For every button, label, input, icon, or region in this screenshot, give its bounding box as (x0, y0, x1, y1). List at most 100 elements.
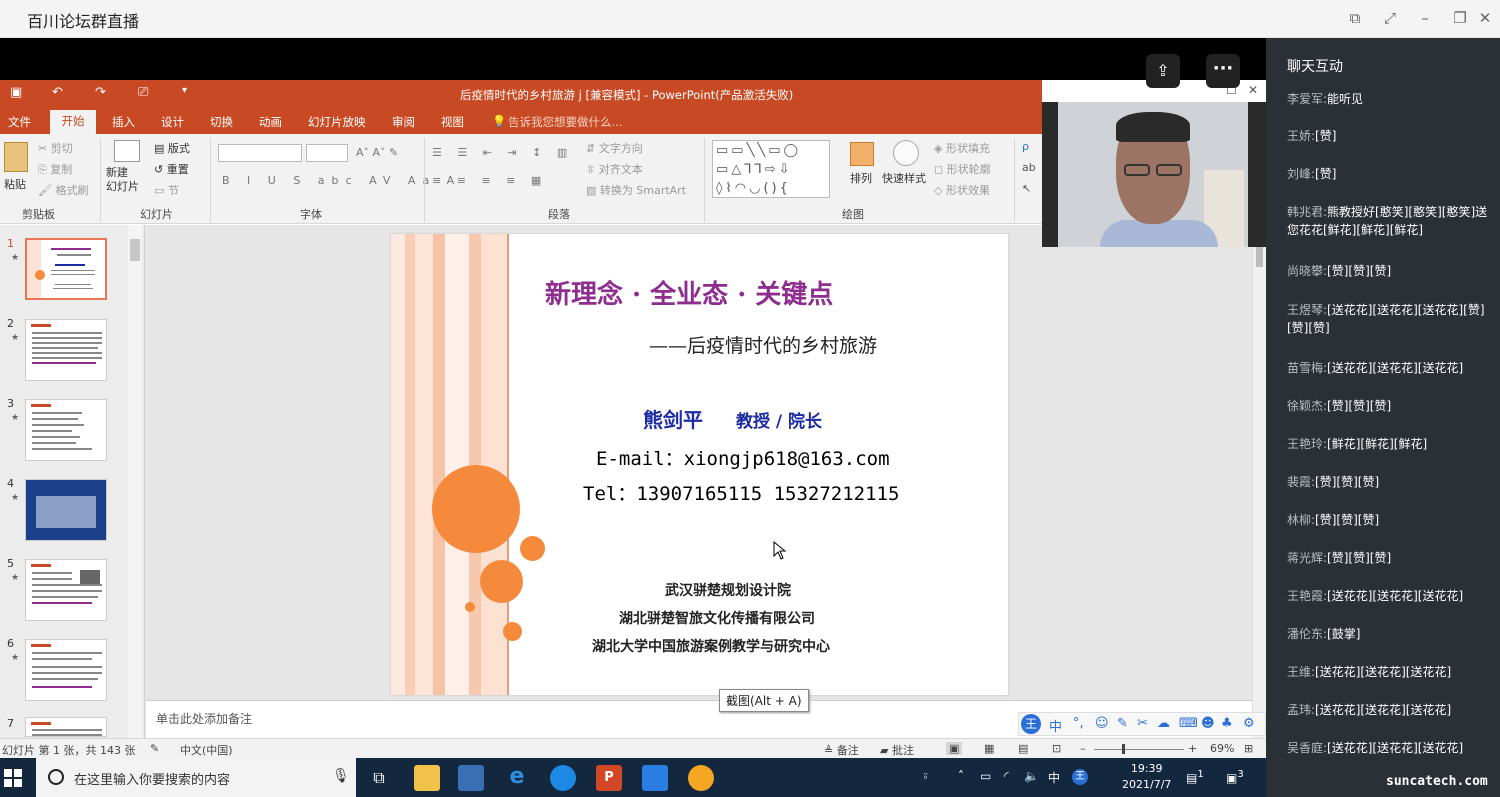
select-icon[interactable]: ↖ (1022, 182, 1031, 195)
task-view-icon[interactable]: ⧉ (366, 765, 392, 791)
arrange-icon[interactable] (850, 142, 874, 166)
format-painter-button[interactable]: 🖌 格式刷 (38, 182, 88, 198)
tab-file[interactable]: 文件 (8, 114, 31, 130)
quick-styles-button[interactable]: 快速样式 (882, 170, 926, 186)
store-icon[interactable] (458, 765, 484, 791)
tray-expand-icon[interactable]: ˄ (958, 769, 964, 783)
arrange-button[interactable]: 排列 (850, 170, 872, 186)
zoom-level[interactable]: 69% (1210, 742, 1234, 755)
zoom-slider[interactable] (1094, 749, 1184, 750)
ime-toolbar[interactable]: 王 中 °, ☺ ✎ ✂ ☁ ⌨ ☻ ♣ ⚙ (1018, 712, 1266, 736)
scissors-icon[interactable]: ✂ (1137, 716, 1148, 731)
shape-outline-button[interactable]: ◻ 形状轮廓 (934, 161, 991, 177)
current-slide[interactable]: 新理念 · 全业态 · 关键点 ——后疫情时代的乡村旅游 熊剑平 教授 / 院长… (391, 234, 1008, 695)
tab-design[interactable]: 设计 (161, 114, 184, 130)
user-icon[interactable]: ☻ (1201, 716, 1215, 731)
customize-icon[interactable]: ▾ (182, 85, 187, 96)
shape-effects-button[interactable]: ◇ 形状效果 (934, 182, 990, 198)
slide-thumb-2[interactable] (25, 319, 107, 381)
text-direction-button[interactable]: ⇵ 文字方向 (586, 140, 643, 156)
copy-button[interactable]: ⎘ 复制 (38, 161, 72, 177)
tab-transitions[interactable]: 切换 (210, 114, 233, 130)
ime-mode[interactable]: 中 (1049, 716, 1062, 735)
font-name-box[interactable] (218, 144, 302, 162)
slide-thumb-1[interactable] (25, 238, 107, 300)
layout-button[interactable]: ▤ 版式 (154, 140, 190, 156)
save-icon[interactable]: ▣ (10, 85, 22, 100)
language-status[interactable]: 中文(中国) (180, 742, 233, 758)
slide-thumb-7[interactable] (25, 717, 107, 737)
more-options-button[interactable]: ··· (1206, 54, 1240, 88)
file-explorer-icon[interactable] (414, 765, 440, 791)
tab-home[interactable]: 开始 (50, 110, 96, 134)
font-size-box[interactable] (306, 144, 348, 162)
fit-slide-icon[interactable]: ⊞ (1244, 742, 1253, 755)
slide-scrollbar[interactable]: ▼ (1252, 225, 1266, 738)
quick-styles-icon[interactable] (893, 140, 919, 166)
skin-icon[interactable]: ♣ (1221, 716, 1233, 731)
comments-toggle[interactable]: ▰ 批注 (880, 742, 914, 758)
cloud-icon[interactable]: ☁ (1157, 716, 1170, 731)
tab-slideshow[interactable]: 幻灯片放映 (308, 114, 366, 130)
font-size-increase-icon[interactable]: A˄ A˅ ✎ (356, 146, 398, 159)
slide-thumbnails[interactable]: 1 ★ 2 ★ 3 ★ 4 ★ 5 ★ 6 ★ 7 (0, 225, 145, 738)
close-icon[interactable]: ✕ (1475, 9, 1495, 27)
tab-animations[interactable]: 动画 (259, 114, 282, 130)
align-text-button[interactable]: ⇳ 对齐文本 (586, 161, 643, 177)
keyboard-icon[interactable]: ⌨ (1179, 716, 1198, 731)
taskbar-search[interactable]: 在这里输入你要搜索的内容 🎙 (36, 758, 356, 797)
microphone-icon[interactable]: 🎙 (332, 768, 350, 784)
font-format-buttons[interactable]: B I U S abc AV Aa A (222, 174, 461, 187)
align-buttons[interactable]: ≡ ≡ ≡ ≡ ▦ (432, 174, 547, 187)
powerpoint-taskbar-icon[interactable]: P (596, 765, 622, 791)
pen-icon[interactable]: ✎ (1117, 716, 1128, 731)
settings-icon[interactable]: ⚙ (1243, 716, 1255, 731)
ime-lang[interactable]: 中 (1048, 769, 1060, 786)
reading-view-icon[interactable]: ▤ (1018, 742, 1028, 755)
list-buttons[interactable]: ☰ ☰ ⇤ ⇥ ↕ ▥ (432, 146, 573, 159)
share-button[interactable]: ⇪ (1146, 54, 1180, 88)
normal-view-icon[interactable]: ▣ (946, 742, 963, 755)
slide-thumb-5[interactable] (25, 559, 107, 621)
tell-me-box[interactable]: 告诉我您想要做什么... (508, 114, 622, 130)
spellcheck-icon[interactable]: ✎ (150, 742, 159, 755)
restore-icon[interactable]: ❐ (1450, 9, 1470, 27)
ime-tray-icon[interactable]: 王 (1072, 769, 1088, 785)
shapes-gallery[interactable]: ▭▭╲╲▭◯ ▭△⅂⅂⇨⇩ ◊⌇◠◡(){ (712, 140, 830, 198)
smartart-button[interactable]: ▧ 转换为 SmartArt (586, 182, 686, 198)
reset-button[interactable]: ↺ 重置 (154, 161, 189, 177)
edge-icon[interactable]: e (504, 765, 530, 791)
pin-icon[interactable]: ⧉ (1345, 9, 1365, 27)
slide-thumb-4[interactable] (25, 479, 107, 541)
windows-start-icon[interactable] (4, 769, 22, 787)
zoom-slider-thumb[interactable] (1122, 744, 1125, 754)
tab-view[interactable]: 视图 (441, 114, 464, 130)
sorter-view-icon[interactable]: ▦ (984, 742, 994, 755)
paste-icon[interactable] (4, 142, 28, 172)
new-slide-button[interactable]: 新建 幻灯片 (106, 166, 139, 194)
notification-icon[interactable]: ▤1 (1186, 769, 1204, 785)
find-icon[interactable]: ρ (1022, 140, 1029, 153)
emoji-icon[interactable]: ☺ (1095, 716, 1109, 731)
action-center-icon[interactable]: ▣3 (1226, 769, 1244, 785)
live-app-icon[interactable] (688, 765, 714, 791)
volume-icon[interactable]: 🔈 (1024, 769, 1039, 783)
slide-thumb-3[interactable] (25, 399, 107, 461)
person-icon[interactable]: ⍤ (922, 769, 929, 784)
new-slide-icon[interactable] (114, 140, 140, 162)
ime-logo-icon[interactable]: 王 (1021, 714, 1041, 734)
tab-insert[interactable]: 插入 (112, 114, 135, 130)
zoom-in-icon[interactable]: + (1188, 742, 1197, 755)
section-button[interactable]: ▭ 节 (154, 182, 179, 198)
battery-icon[interactable]: ▭ (980, 769, 991, 783)
zoom-out-icon[interactable]: – (1080, 742, 1086, 755)
tab-review[interactable]: 审阅 (392, 114, 415, 130)
slide-thumb-6[interactable] (25, 639, 107, 701)
feishu-icon[interactable] (642, 765, 668, 791)
camera-close-icon[interactable]: ✕ (1248, 83, 1258, 97)
minimize-icon[interactable]: – (1415, 9, 1435, 27)
presenter-camera[interactable]: ☐ ✕ (1042, 80, 1266, 247)
slideshow-view-icon[interactable]: ⊡ (1052, 742, 1061, 755)
fullscreen-icon[interactable]: ⤢ (1380, 9, 1400, 27)
redo-icon[interactable]: ↷ (95, 85, 106, 100)
